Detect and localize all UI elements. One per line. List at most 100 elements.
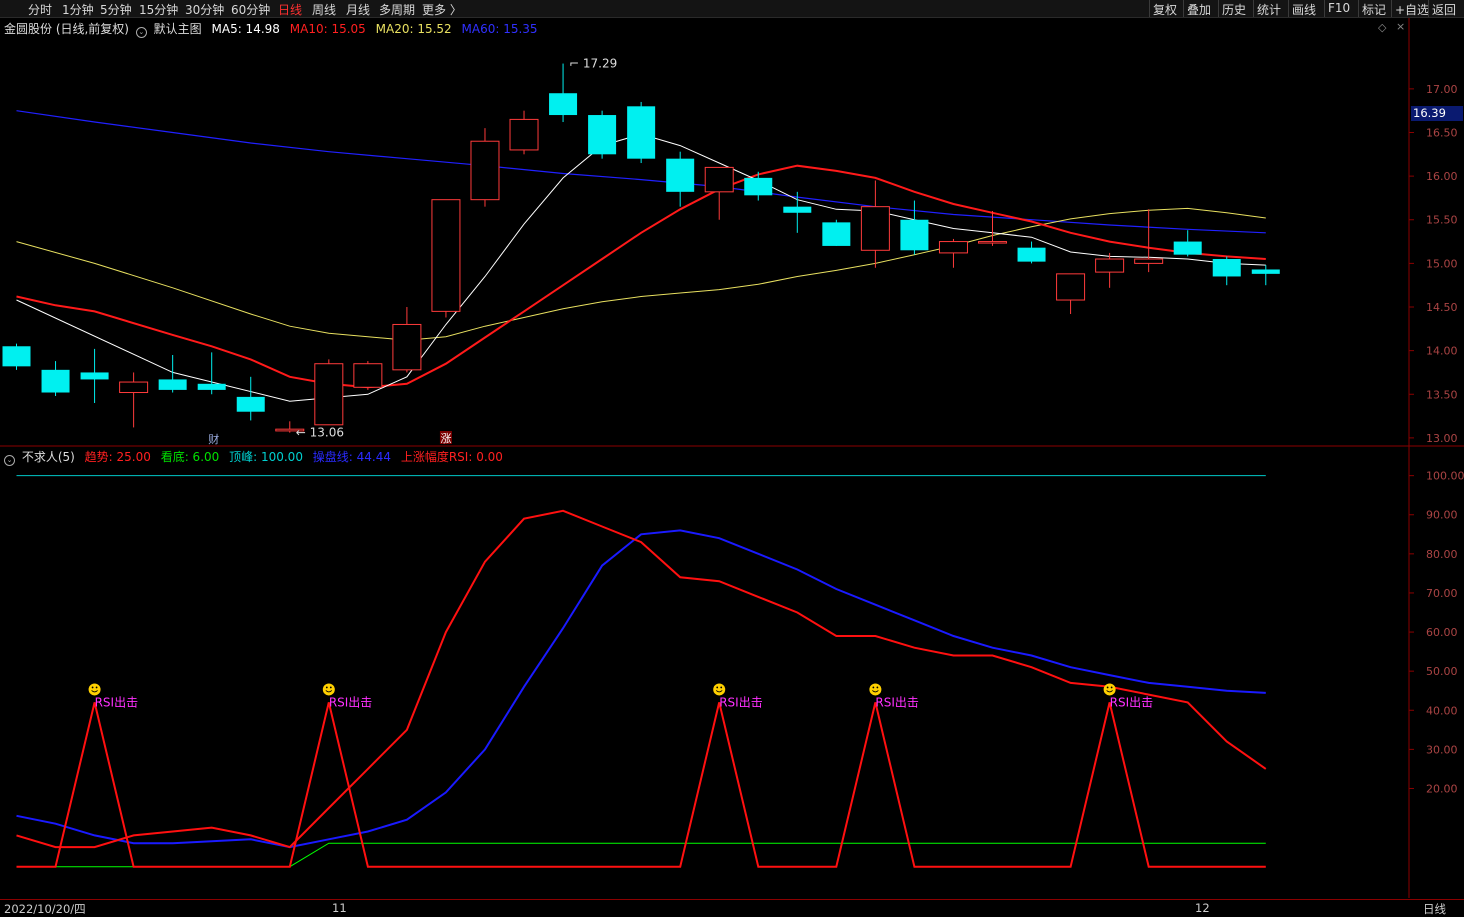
toolbar-divider xyxy=(1324,0,1325,17)
sub-legend: ⌄ 不求人(5) 趋势: 25.00 看底: 6.00 顶峰: 100.00 操… xyxy=(4,448,503,466)
y-tick-label: 90.00 xyxy=(1426,509,1458,522)
ma20-line xyxy=(16,207,1266,341)
series-line-4 xyxy=(16,702,1266,868)
trend-label: 趋势: 25.00 xyxy=(84,450,151,464)
y-tick-label: 80.00 xyxy=(1426,548,1458,561)
rsi-signal-label: RSI出击 xyxy=(875,695,919,709)
stock-name[interactable]: 金圆股份 (日线,前复权) xyxy=(4,22,129,36)
period-tab-9[interactable]: 多周期 xyxy=(379,1,415,18)
candle-body xyxy=(549,93,578,116)
candle-body xyxy=(353,363,383,388)
period-tab-5[interactable]: 60分钟 xyxy=(231,1,270,18)
period-tab-3[interactable]: 15分钟 xyxy=(139,1,178,18)
tool-button-8[interactable]: 返回 xyxy=(1432,1,1456,18)
top-label: 顶峰: 100.00 xyxy=(229,450,303,464)
tool-button-7[interactable]: +自选 xyxy=(1395,1,1429,18)
candle-body xyxy=(938,241,968,254)
toolbar-divider xyxy=(1428,0,1429,17)
tool-button-4[interactable]: 画线 xyxy=(1292,1,1316,18)
limit-up-marker: 涨 xyxy=(440,432,451,445)
current-price-label: 16.39 xyxy=(1411,106,1463,121)
rsi-signal-label: RSI出击 xyxy=(329,695,373,709)
period-tab-6[interactable]: 日线 xyxy=(278,1,302,18)
candle-body xyxy=(470,140,500,201)
y-tick-label: 50.00 xyxy=(1426,665,1458,678)
smiley-eye xyxy=(716,686,719,689)
settings-icon[interactable]: ⌄ xyxy=(135,27,147,38)
candle-body xyxy=(392,323,422,371)
candle-body xyxy=(860,206,890,251)
bottom-label: 看底: 6.00 xyxy=(160,450,220,464)
tool-button-2[interactable]: 历史 xyxy=(1222,1,1246,18)
series-line-3 xyxy=(16,529,1266,849)
candle-body xyxy=(431,199,461,312)
toolbar-divider xyxy=(1149,0,1150,17)
candle-body xyxy=(509,118,539,151)
high-marker: ⌐ 17.29 xyxy=(569,57,617,71)
candle-body xyxy=(744,177,773,196)
smiley-eye xyxy=(720,686,723,689)
period-tab-7[interactable]: 周线 xyxy=(312,1,336,18)
rsi-signal-label: RSI出击 xyxy=(95,695,139,709)
y-tick-label: 100.00 xyxy=(1426,470,1464,483)
candle-body xyxy=(822,222,851,246)
rsi-signal-label: RSI出击 xyxy=(719,695,763,709)
tool-button-5[interactable]: F10 xyxy=(1328,1,1350,15)
main-legend: 金圆股份 (日线,前复权) ⌄ 默认主图 MA5: 14.98 MA10: 15… xyxy=(4,20,538,38)
smiley-icon xyxy=(1103,683,1116,696)
smiley-mouth xyxy=(872,690,879,693)
smiley-icon xyxy=(869,683,882,696)
toolbar-divider xyxy=(1358,0,1359,17)
smiley-eye xyxy=(1106,686,1109,689)
smiley-icon xyxy=(322,683,335,696)
y-tick-label: 20.00 xyxy=(1426,782,1458,795)
candle-body xyxy=(1173,241,1202,255)
candle-body xyxy=(588,115,617,155)
smiley-icon xyxy=(713,683,726,696)
rsi-signal-label: RSI出击 xyxy=(1110,695,1154,709)
candle-body xyxy=(704,166,734,193)
smiley-eye xyxy=(325,686,328,689)
candle-body xyxy=(1251,269,1280,274)
chart-name[interactable]: 默认主图 xyxy=(154,22,202,36)
collapse-icon[interactable]: ⌄ xyxy=(4,455,15,466)
tool-button-0[interactable]: 复权 xyxy=(1153,1,1177,18)
candle-body xyxy=(119,381,149,394)
candle-body xyxy=(666,158,695,192)
indicator-name[interactable]: 不求人(5) xyxy=(22,450,75,464)
y-tick-label: 16.00 xyxy=(1426,170,1458,183)
smiley-eye xyxy=(329,686,332,689)
diamond-icon[interactable]: ◇ xyxy=(1378,21,1386,34)
limit-up-bg xyxy=(439,431,452,444)
tool-button-3[interactable]: 统计 xyxy=(1257,1,1281,18)
y-tick-label: 17.00 xyxy=(1426,83,1458,96)
smiley-eye xyxy=(1110,686,1113,689)
smiley-mouth xyxy=(715,690,723,693)
toolbar-divider xyxy=(1391,0,1392,17)
period-tab-8[interactable]: 月线 xyxy=(346,1,370,18)
time-axis: 2022/10/20/四 11 12 日线 xyxy=(0,899,1464,916)
toolbar-divider xyxy=(1288,0,1289,17)
candle-body xyxy=(978,241,1007,244)
y-tick-label: 16.50 xyxy=(1426,126,1458,139)
period-tab-4[interactable]: 30分钟 xyxy=(185,1,224,18)
period-tab-2[interactable]: 5分钟 xyxy=(100,1,132,18)
candle-body xyxy=(158,379,187,390)
period-tab-1[interactable]: 1分钟 xyxy=(62,1,94,18)
tool-button-6[interactable]: 标记 xyxy=(1362,1,1386,18)
smiley-icon xyxy=(88,683,101,696)
period-tab-10[interactable]: 更多 〉 xyxy=(422,1,462,18)
close-icon[interactable]: × xyxy=(1396,20,1405,33)
ma10-label: MA10: 15.05 xyxy=(289,22,366,36)
candle-body xyxy=(1212,259,1241,277)
y-tick-label: 13.50 xyxy=(1426,388,1458,401)
tool-button-1[interactable]: 叠加 xyxy=(1187,1,1211,18)
period-tab-0[interactable]: 分时 xyxy=(28,1,52,18)
period-toolbar: 分时 1分钟 5分钟 15分钟 30分钟 60分钟 日线 周线 月线 多周期 更多 〉 复权 叠加 历史统… xyxy=(0,0,1464,18)
candle-body xyxy=(783,206,812,213)
smiley-mouth xyxy=(91,690,98,693)
ma10-line xyxy=(16,164,1266,389)
candle-body xyxy=(900,219,929,251)
ma60-label: MA60: 15.35 xyxy=(461,22,538,36)
y-tick-label: 15.00 xyxy=(1426,257,1458,270)
